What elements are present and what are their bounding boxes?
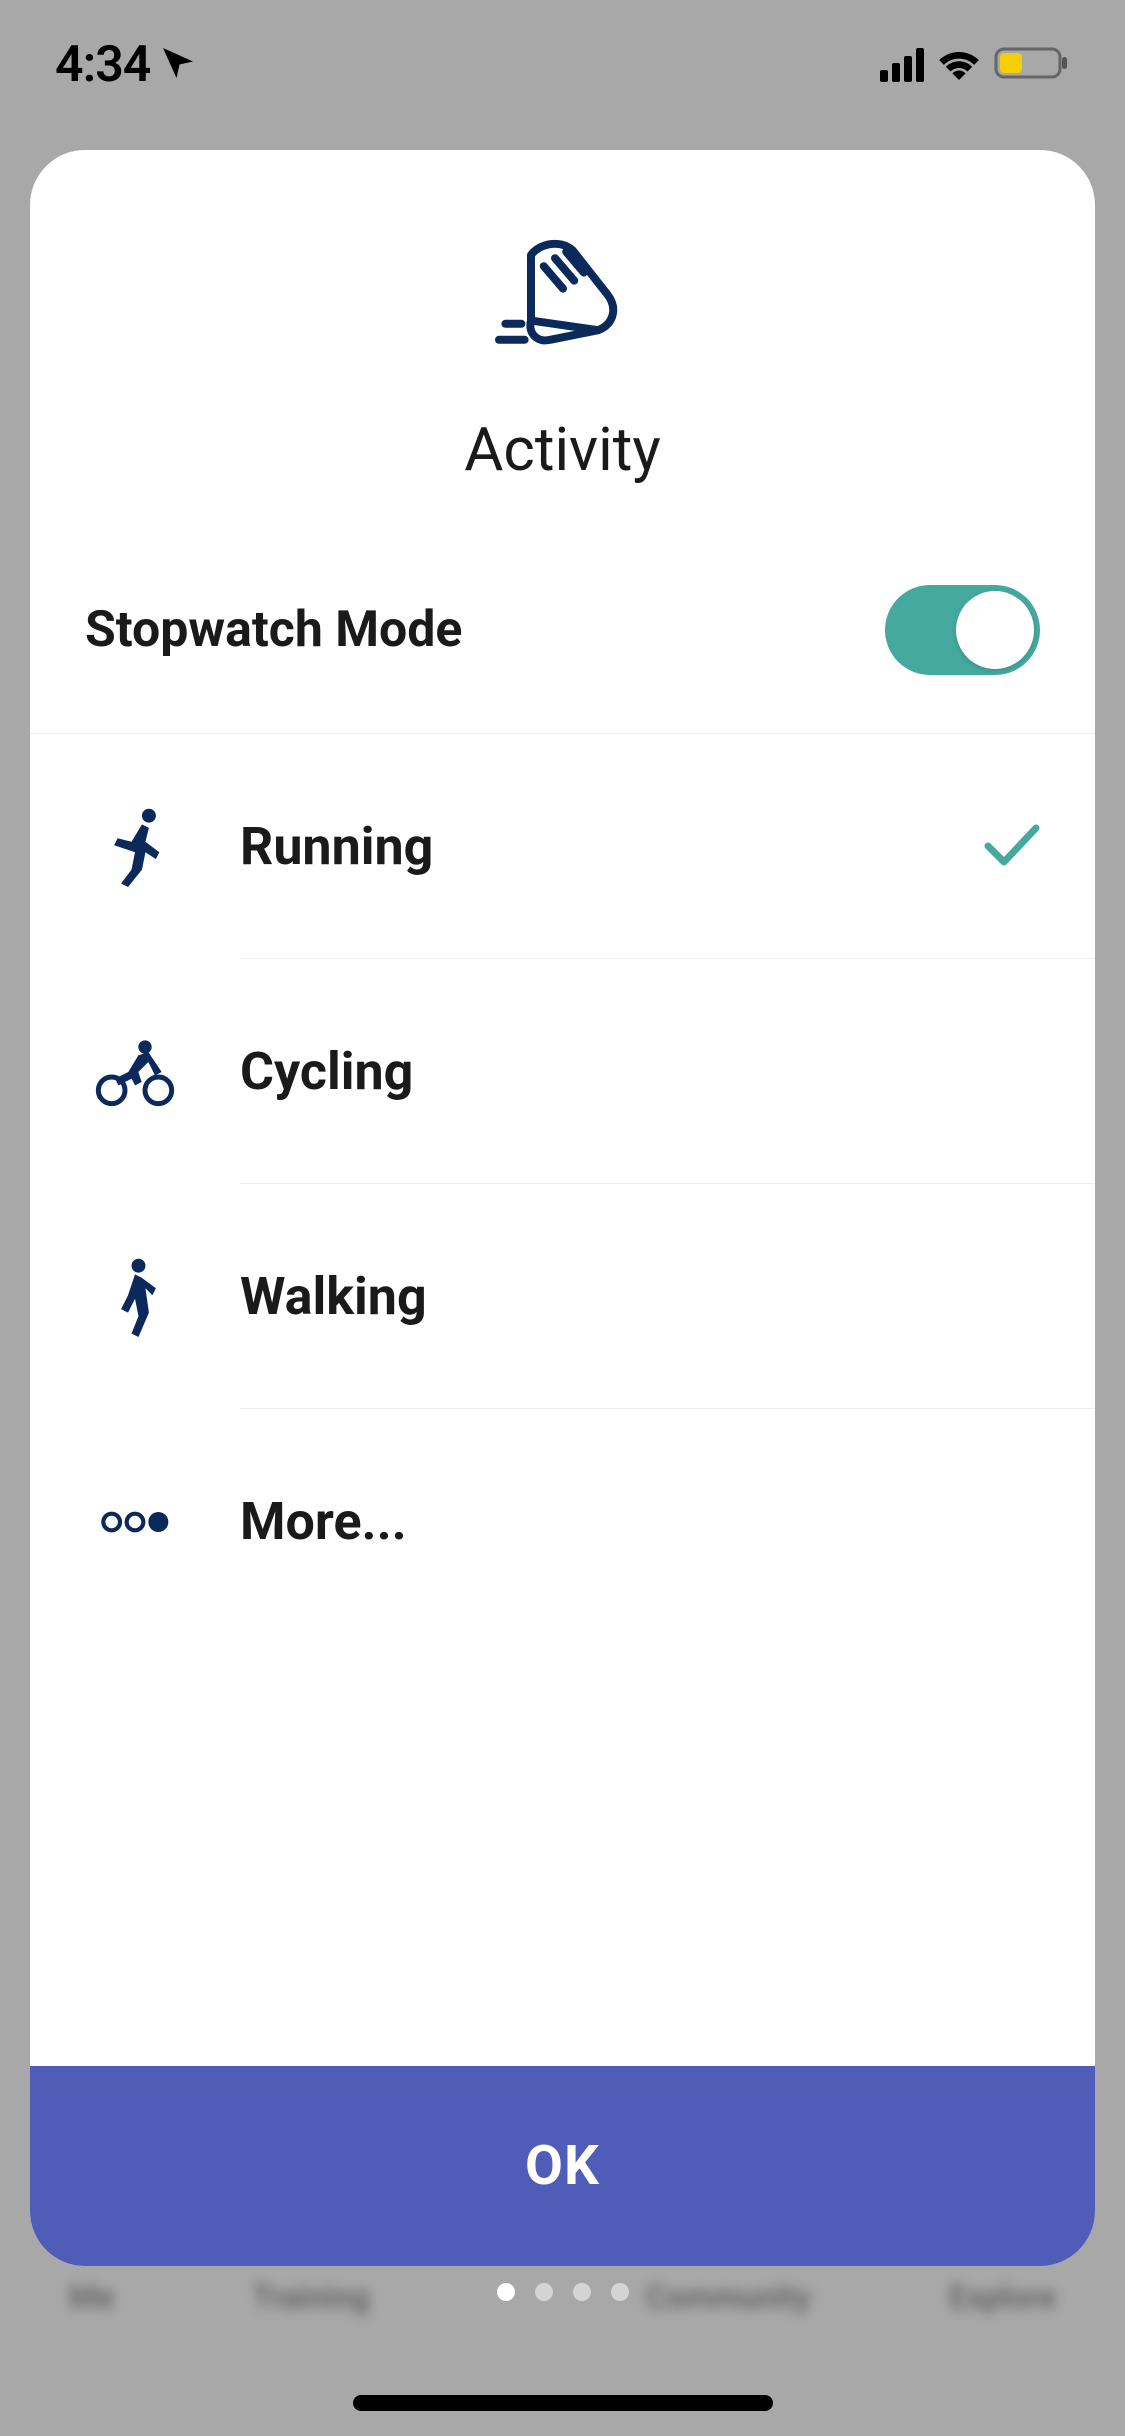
status-bar: 4:34 xyxy=(0,0,1125,130)
battery-icon xyxy=(994,45,1070,85)
status-bar-right xyxy=(880,45,1070,85)
walking-icon xyxy=(85,1257,185,1337)
page-indicator xyxy=(497,2283,629,2301)
activity-list: Running Cycling xyxy=(30,734,1095,2066)
location-icon xyxy=(160,45,196,85)
home-indicator[interactable] xyxy=(353,2395,773,2411)
running-icon xyxy=(85,807,185,887)
more-icon xyxy=(85,1510,185,1534)
stopwatch-mode-row: Stopwatch Mode xyxy=(30,545,1095,734)
stopwatch-mode-toggle[interactable] xyxy=(885,585,1040,675)
ok-button-label: OK xyxy=(525,2134,600,2198)
stopwatch-mode-label: Stopwatch Mode xyxy=(85,601,462,659)
ok-button[interactable]: OK xyxy=(30,2066,1095,2266)
activity-label: Running xyxy=(240,816,984,877)
activity-label: Cycling xyxy=(240,1041,1040,1102)
bg-nav-item: Me xyxy=(69,2278,114,2316)
status-bar-left: 4:34 xyxy=(55,36,196,94)
modal-header: Activity xyxy=(30,150,1095,545)
activity-row-walking[interactable]: Walking xyxy=(30,1184,1095,1409)
activity-label: Walking xyxy=(240,1266,1040,1327)
page-dot xyxy=(497,2283,515,2301)
wifi-icon xyxy=(936,46,982,84)
modal-title: Activity xyxy=(464,414,660,485)
cycling-icon xyxy=(85,1037,185,1107)
activity-row-running[interactable]: Running xyxy=(30,734,1095,959)
shoe-icon xyxy=(483,230,643,364)
check-icon xyxy=(984,824,1040,870)
bg-nav-item: Training xyxy=(252,2278,369,2316)
bg-nav-item: Explore xyxy=(949,2278,1056,2316)
activity-row-cycling[interactable]: Cycling xyxy=(30,959,1095,1184)
page-dot xyxy=(573,2283,591,2301)
bg-nav-item: Community xyxy=(646,2278,811,2316)
activity-row-more[interactable]: More... xyxy=(30,1409,1095,1634)
status-time: 4:34 xyxy=(55,36,150,94)
page-dot xyxy=(611,2283,629,2301)
page-dot xyxy=(535,2283,553,2301)
cellular-signal-icon xyxy=(880,48,924,82)
activity-modal: Activity Stopwatch Mode Running xyxy=(30,150,1095,2266)
activity-label: More... xyxy=(240,1491,1040,1552)
toggle-knob xyxy=(956,591,1034,669)
